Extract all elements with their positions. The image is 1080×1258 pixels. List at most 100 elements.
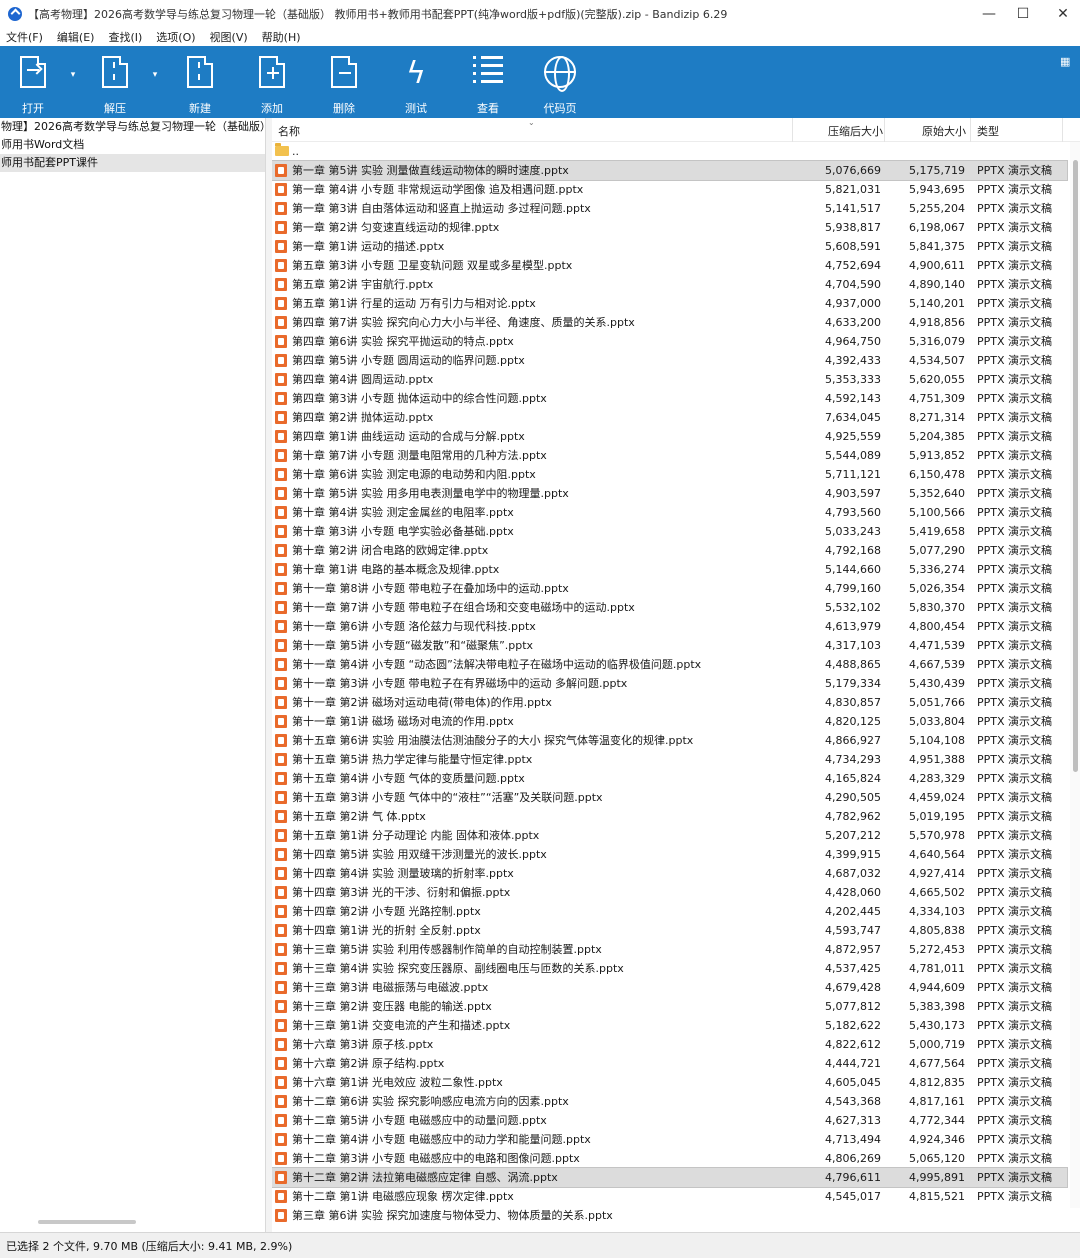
file-row[interactable]: 第十四章 第5讲 实验 用双缝干涉测量光的波长.pptx 4,399,915 4,6… (272, 845, 1067, 864)
file-row[interactable]: 第十六章 第1讲 光电效应 波粒二象性.pptx 4,605,045 4,812,8… (272, 1073, 1067, 1092)
pptx-file-icon (275, 278, 287, 291)
file-row[interactable]: 第十五章 第5讲 热力学定律与能量守恒定律.pptx 4,734,293 4,951… (272, 750, 1067, 769)
file-row[interactable]: 第十章 第1讲 电路的基本概念及规律.pptx 5,144,660 5,336,27… (272, 560, 1067, 579)
file-row[interactable]: 第十四章 第4讲 实验 测量玻璃的折射率.pptx 4,687,032 4,927,… (272, 864, 1067, 883)
column-compressed-size[interactable]: 压缩后大小 (828, 123, 883, 139)
file-row[interactable]: 第十章 第2讲 闭合电路的欧姆定律.pptx 4,792,168 5,077,290… (272, 541, 1067, 560)
new-button[interactable]: 新建 (172, 52, 228, 115)
layout-grid-icon[interactable]: ▦ (1060, 56, 1072, 68)
view-button[interactable]: 查看 (460, 52, 516, 115)
file-type: PPTX 演示文稿 (977, 981, 1053, 994)
file-row[interactable]: 第十六章 第2讲 原子结构.pptx 4,444,721 4,677,564 PPTX… (272, 1054, 1067, 1073)
file-row[interactable]: 第四章 第6讲 实验 探究平抛运动的特点.pptx 4,964,750 5,316,… (272, 332, 1067, 351)
column-divider[interactable] (970, 118, 971, 142)
file-original-size: 4,751,309 (909, 392, 965, 405)
open-button[interactable]: 打开 (5, 52, 61, 115)
file-row[interactable]: 第十章 第7讲 小专题 测量电阻常用的几种方法.pptx 5,544,089 5,9… (272, 446, 1067, 465)
file-list-scrollbar-thumb[interactable] (1073, 160, 1078, 772)
file-row[interactable]: 第十一章 第5讲 小专题“磁发散”和“磁聚焦”.pptx 4,317,103 4,4… (272, 636, 1067, 655)
file-row[interactable]: 第十一章 第1讲 磁场 磁场对电流的作用.pptx 4,820,125 5,033,… (272, 712, 1067, 731)
tree-item-ppt-courseware[interactable]: 师用书配套PPT课件 (0, 154, 265, 172)
file-row[interactable]: 第十一章 第8讲 小专题 带电粒子在叠加场中的运动.pptx 4,799,160 5… (272, 579, 1067, 598)
column-divider[interactable] (884, 118, 885, 142)
file-compressed-size: 4,937,000 (825, 297, 881, 310)
codepage-button[interactable]: 代码页 (532, 52, 588, 115)
file-row[interactable]: 第十四章 第3讲 光的干涉、衍射和偏振.pptx 4,428,060 4,665,5… (272, 883, 1067, 902)
file-row[interactable]: 第十三章 第2讲 变压器 电能的输送.pptx 5,077,812 5,383,39… (272, 997, 1067, 1016)
file-row[interactable]: 第十二章 第5讲 小专题 电磁感应中的动量问题.pptx 4,627,313 4,7… (272, 1111, 1067, 1130)
file-row[interactable]: 第五章 第1讲 行星的运动 万有引力与相对论.pptx 4,937,000 5,14… (272, 294, 1067, 313)
delete-button[interactable]: 删除 (316, 52, 372, 115)
file-row[interactable]: 第一章 第1讲 运动的描述.pptx 5,608,591 5,841,375 PPTX… (272, 237, 1067, 256)
file-row[interactable]: 第一章 第4讲 小专题 非常规运动学图像 追及相遇问题.pptx 5,821,03… (272, 180, 1067, 199)
file-row[interactable]: 第十章 第4讲 实验 测定金属丝的电阻率.pptx 4,793,560 5,100,… (272, 503, 1067, 522)
file-original-size: 5,033,804 (909, 715, 965, 728)
file-original-size: 4,459,024 (909, 791, 965, 804)
column-divider[interactable] (1062, 118, 1063, 142)
file-row[interactable]: 第十一章 第7讲 小专题 带电粒子在组合场和交变电磁场中的运动.pptx 5,53… (272, 598, 1067, 617)
menu-file[interactable]: 文件(F) (6, 29, 43, 45)
file-row[interactable]: 第十一章 第4讲 小专题 “动态圆”法解决带电粒子在磁场中运动的临界极值问题.p… (272, 655, 1067, 674)
menu-edit[interactable]: 编辑(E) (57, 29, 95, 45)
extract-dropdown-icon[interactable]: ▾ (150, 70, 160, 80)
file-row[interactable]: 第五章 第3讲 小专题 卫星变轨问题 双星或多星模型.pptx 4,752,694… (272, 256, 1067, 275)
menu-help[interactable]: 帮助(H) (262, 29, 301, 45)
file-row[interactable]: 第十五章 第6讲 实验 用油膜法估测油酸分子的大小 探究气体等温变化的规律.pp… (272, 731, 1067, 750)
file-row[interactable]: 第四章 第4讲 圆周运动.pptx 5,353,333 5,620,055 PPTX … (272, 370, 1067, 389)
file-row[interactable]: 第十二章 第4讲 小专题 电磁感应中的动力学和能量问题.pptx 4,713,49… (272, 1130, 1067, 1149)
file-compressed-size: 4,428,060 (825, 886, 881, 899)
file-row[interactable]: 第五章 第2讲 宇宙航行.pptx 4,704,590 4,890,140 PPTX … (272, 275, 1067, 294)
file-row[interactable]: 第四章 第7讲 实验 探究向心力大小与半径、角速度、质量的关系.pptx 4,63… (272, 313, 1067, 332)
lightning-icon: ϟ (406, 56, 426, 91)
parent-directory-row[interactable]: .. (272, 142, 1067, 161)
tree-horizontal-scrollbar[interactable] (38, 1220, 136, 1224)
menu-options[interactable]: 选项(O) (156, 29, 195, 45)
column-type[interactable]: 类型 (977, 123, 999, 139)
file-row[interactable]: 第一章 第2讲 匀变速直线运动的规律.pptx 5,938,817 6,198,06… (272, 218, 1067, 237)
file-row[interactable]: 第十五章 第3讲 小专题 气体中的“液柱”“活塞”及关联问题.pptx 4,290… (272, 788, 1067, 807)
file-row[interactable]: 第十二章 第3讲 小专题 电磁感应中的电路和图像问题.pptx 4,806,269… (272, 1149, 1067, 1168)
file-row[interactable]: 第十二章 第2讲 法拉第电磁感应定律 自感、涡流.pptx 4,796,611 4,… (272, 1167, 1068, 1188)
file-row[interactable]: 第十三章 第3讲 电磁振荡与电磁波.pptx 4,679,428 4,944,609… (272, 978, 1067, 997)
menu-find[interactable]: 查找(I) (108, 29, 142, 45)
file-type: PPTX 演示文稿 (977, 1019, 1053, 1032)
column-original-size[interactable]: 原始大小 (922, 123, 966, 139)
file-row[interactable]: 第四章 第2讲 抛体运动.pptx 7,634,045 8,271,314 PPTX … (272, 408, 1067, 427)
file-row[interactable]: 第一章 第5讲 实验 测量做直线运动物体的瞬时速度.pptx 5,076,669 5… (272, 160, 1068, 181)
tree-item-root[interactable]: 物理】2026高考数学导与练总复习物理一轮（基础版） (0, 118, 265, 136)
file-row[interactable]: 第十章 第6讲 实验 测定电源的电动势和内阻.pptx 5,711,121 6,15… (272, 465, 1067, 484)
file-row[interactable]: 第四章 第5讲 小专题 圆周运动的临界问题.pptx 4,392,433 4,534… (272, 351, 1067, 370)
close-button[interactable]: ✕ (1040, 0, 1080, 28)
column-divider[interactable] (792, 118, 793, 142)
file-row[interactable]: 第十一章 第3讲 小专题 带电粒子在有界磁场中的运动 多解问题.pptx 5,17… (272, 674, 1067, 693)
file-row[interactable]: 第十章 第3讲 小专题 电学实验必备基础.pptx 5,033,243 5,419,… (272, 522, 1067, 541)
column-name[interactable]: 名称 (278, 123, 300, 139)
file-row[interactable]: 第四章 第3讲 小专题 抛体运动中的综合性问题.pptx 4,592,143 4,7… (272, 389, 1067, 408)
file-row[interactable]: 第十三章 第1讲 交变电流的产生和描述.pptx 5,182,622 5,430,1… (272, 1016, 1067, 1035)
file-row[interactable]: 第十二章 第6讲 实验 探究影响感应电流方向的因素.pptx 4,543,368 4… (272, 1092, 1067, 1111)
test-button[interactable]: ϟ 测试 (388, 52, 444, 115)
file-row[interactable]: 第十四章 第1讲 光的折射 全反射.pptx 4,593,747 4,805,838… (272, 921, 1067, 940)
file-row[interactable]: 第十五章 第1讲 分子动理论 内能 固体和液体.pptx 5,207,212 5,5… (272, 826, 1067, 845)
extract-button[interactable]: 解压 (87, 52, 143, 115)
file-row[interactable]: 第十四章 第2讲 小专题 光路控制.pptx 4,202,445 4,334,103… (272, 902, 1067, 921)
file-row[interactable]: 第十五章 第4讲 小专题 气体的变质量问题.pptx 4,165,824 4,283… (272, 769, 1067, 788)
file-row[interactable]: 第十三章 第5讲 实验 利用传感器制作简单的自动控制装置.pptx 4,872,9… (272, 940, 1067, 959)
tree-item-word-docs[interactable]: 师用书Word文档 (0, 136, 265, 154)
file-original-size: 4,471,539 (909, 639, 965, 652)
file-row[interactable]: 第十一章 第2讲 磁场对运动电荷(带电体)的作用.pptx 4,830,857 5,… (272, 693, 1067, 712)
file-row[interactable]: 第十六章 第3讲 原子核.pptx 4,822,612 5,000,719 PPTX … (272, 1035, 1067, 1054)
file-row[interactable]: 第十一章 第6讲 小专题 洛伦兹力与现代科技.pptx 4,613,979 4,80… (272, 617, 1067, 636)
file-row[interactable]: 第十二章 第1讲 电磁感应现象 楞次定律.pptx 4,545,017 4,815,… (272, 1187, 1067, 1206)
view-label: 查看 (477, 102, 499, 115)
file-row[interactable]: 第十五章 第2讲 气 体.pptx 4,782,962 5,019,195 PPTX … (272, 807, 1067, 826)
menu-view[interactable]: 视图(V) (210, 29, 248, 45)
open-dropdown-icon[interactable]: ▾ (68, 70, 78, 80)
file-original-size: 6,198,067 (909, 221, 965, 234)
file-row[interactable]: 第十章 第5讲 实验 用多用电表测量电学中的物理量.pptx 4,903,597 5… (272, 484, 1067, 503)
file-row[interactable]: 第十三章 第4讲 实验 探究变压器原、副线圈电压与匝数的关系.pptx 4,537… (272, 959, 1067, 978)
file-original-size: 4,334,103 (909, 905, 965, 918)
file-row[interactable]: 第一章 第3讲 自由落体运动和竖直上抛运动 多过程问题.pptx 5,141,51… (272, 199, 1067, 218)
file-row[interactable]: 第四章 第1讲 曲线运动 运动的合成与分解.pptx 4,925,559 5,204… (272, 427, 1067, 446)
add-button[interactable]: 添加 (244, 52, 300, 115)
